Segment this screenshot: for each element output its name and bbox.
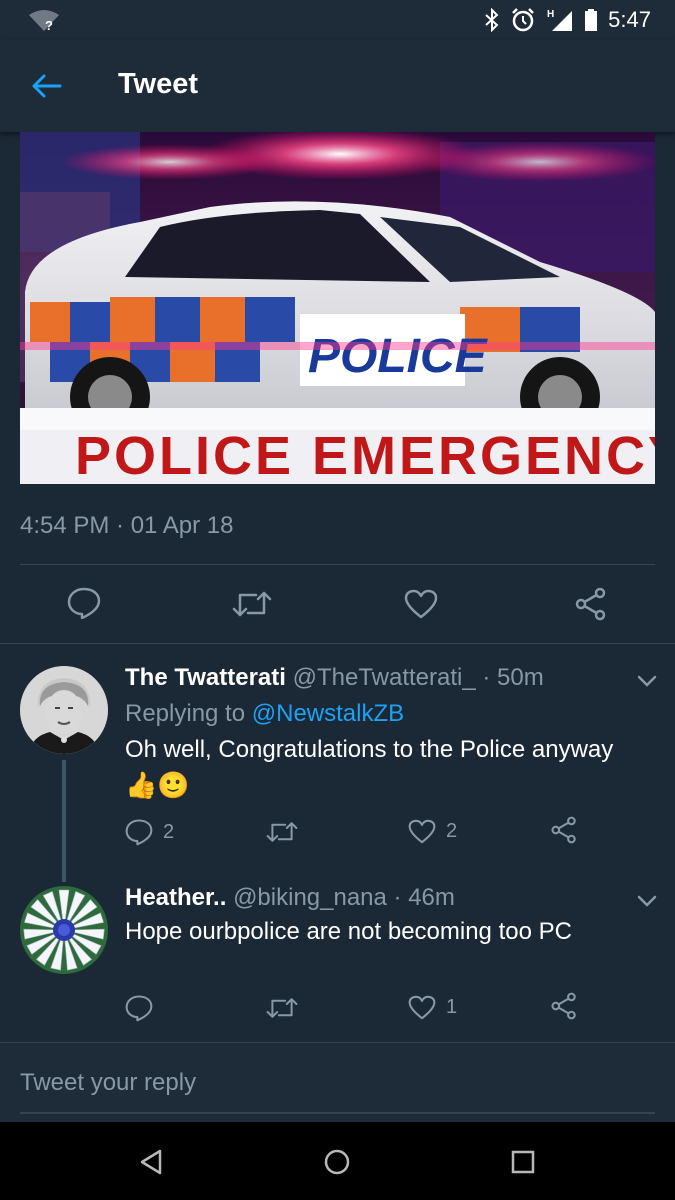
like-button[interactable]: 1: [408, 995, 457, 1020]
share-button[interactable]: [574, 587, 608, 621]
svg-text:?: ?: [45, 18, 53, 33]
home-circle-icon: [324, 1149, 350, 1175]
reply-icon: [125, 995, 153, 1022]
system-nav-bar: [0, 1122, 675, 1200]
status-bar: ? H 5:47: [0, 0, 675, 40]
avatar[interactable]: [20, 886, 108, 974]
reply-author-handle: @TheTwatterati_: [292, 664, 476, 691]
share-button[interactable]: [550, 992, 578, 1020]
replying-to-label: Replying to: [125, 700, 246, 727]
back-button[interactable]: [22, 66, 72, 106]
tweet-media-image[interactable]: POLICE POLICE EMERGENCY: [20, 132, 655, 484]
input-underline: [20, 1112, 655, 1114]
reply-author-name[interactable]: The Twatterati: [125, 664, 286, 691]
divider: [20, 564, 655, 565]
signal-icon: H: [547, 9, 573, 31]
share-icon: [551, 992, 576, 1020]
nav-recents-button[interactable]: [503, 1142, 543, 1182]
wifi-question-icon: ?: [29, 10, 59, 33]
reply-text: Oh well, Congratulations to the Police a…: [125, 736, 614, 763]
reply-input[interactable]: Tweet your reply: [20, 1069, 196, 1097]
like-button[interactable]: 2: [408, 819, 457, 844]
like-count: 1: [446, 996, 458, 1018]
retweet-button[interactable]: [266, 820, 308, 844]
replying-to-link[interactable]: @NewstalkZB: [252, 700, 404, 727]
recents-square-icon: [511, 1150, 535, 1174]
arrow-left-icon: [32, 74, 62, 98]
tweet-timestamp: 4:54 PM · 01 Apr 18: [20, 512, 234, 539]
reply-count: 2: [163, 820, 175, 843]
back-triangle-icon: [140, 1149, 162, 1175]
retweet-button[interactable]: [266, 996, 308, 1020]
nav-back-button[interactable]: [131, 1142, 171, 1182]
svg-text:POLICE EMERGENCY: POLICE EMERGENCY: [75, 426, 655, 484]
like-icon: [408, 995, 436, 1020]
police-car-image: POLICE POLICE EMERGENCY: [20, 132, 655, 484]
share-button[interactable]: [550, 816, 578, 844]
divider: [0, 643, 675, 644]
clock: 5:47: [608, 7, 651, 32]
reply-author-name[interactable]: Heather..: [125, 884, 226, 911]
battery-icon: [585, 9, 598, 31]
bluetooth-icon: [485, 8, 499, 32]
nav-home-button[interactable]: [317, 1142, 357, 1182]
reply-emoji: 👍🙂: [125, 770, 190, 800]
thread-connector: [62, 760, 66, 882]
reply-time: · 50m: [482, 664, 544, 691]
reply-icon: [125, 819, 153, 846]
like-icon: [408, 819, 436, 844]
retweet-icon: [266, 822, 298, 842]
svg-text:H: H: [547, 9, 554, 20]
reply-author-handle: @biking_nana: [233, 884, 387, 911]
reply-button[interactable]: 2: [125, 818, 174, 846]
like-button[interactable]: [404, 589, 438, 619]
chevron-down-icon[interactable]: [636, 674, 658, 688]
chevron-down-icon[interactable]: [636, 894, 658, 908]
like-count: 2: [446, 820, 458, 842]
retweet-icon: [266, 998, 298, 1018]
reply-text: Hope ourbpolice are not becoming too PC: [125, 918, 572, 945]
reply-button[interactable]: [67, 587, 101, 619]
share-icon: [551, 816, 576, 844]
retweet-icon: [232, 591, 272, 617]
share-icon: [575, 587, 606, 621]
avatar[interactable]: [20, 666, 108, 754]
reply-button[interactable]: [125, 994, 163, 1022]
reply-time: · 46m: [393, 884, 455, 911]
app-bar: Tweet: [0, 40, 675, 132]
like-icon: [404, 589, 438, 619]
retweet-button[interactable]: [232, 589, 272, 619]
reply-compose-bar: Tweet your reply: [0, 1042, 675, 1123]
reply-icon: [67, 587, 101, 619]
page-title: Tweet: [118, 68, 199, 100]
svg-text:POLICE: POLICE: [308, 330, 489, 383]
alarm-icon: [512, 8, 535, 32]
